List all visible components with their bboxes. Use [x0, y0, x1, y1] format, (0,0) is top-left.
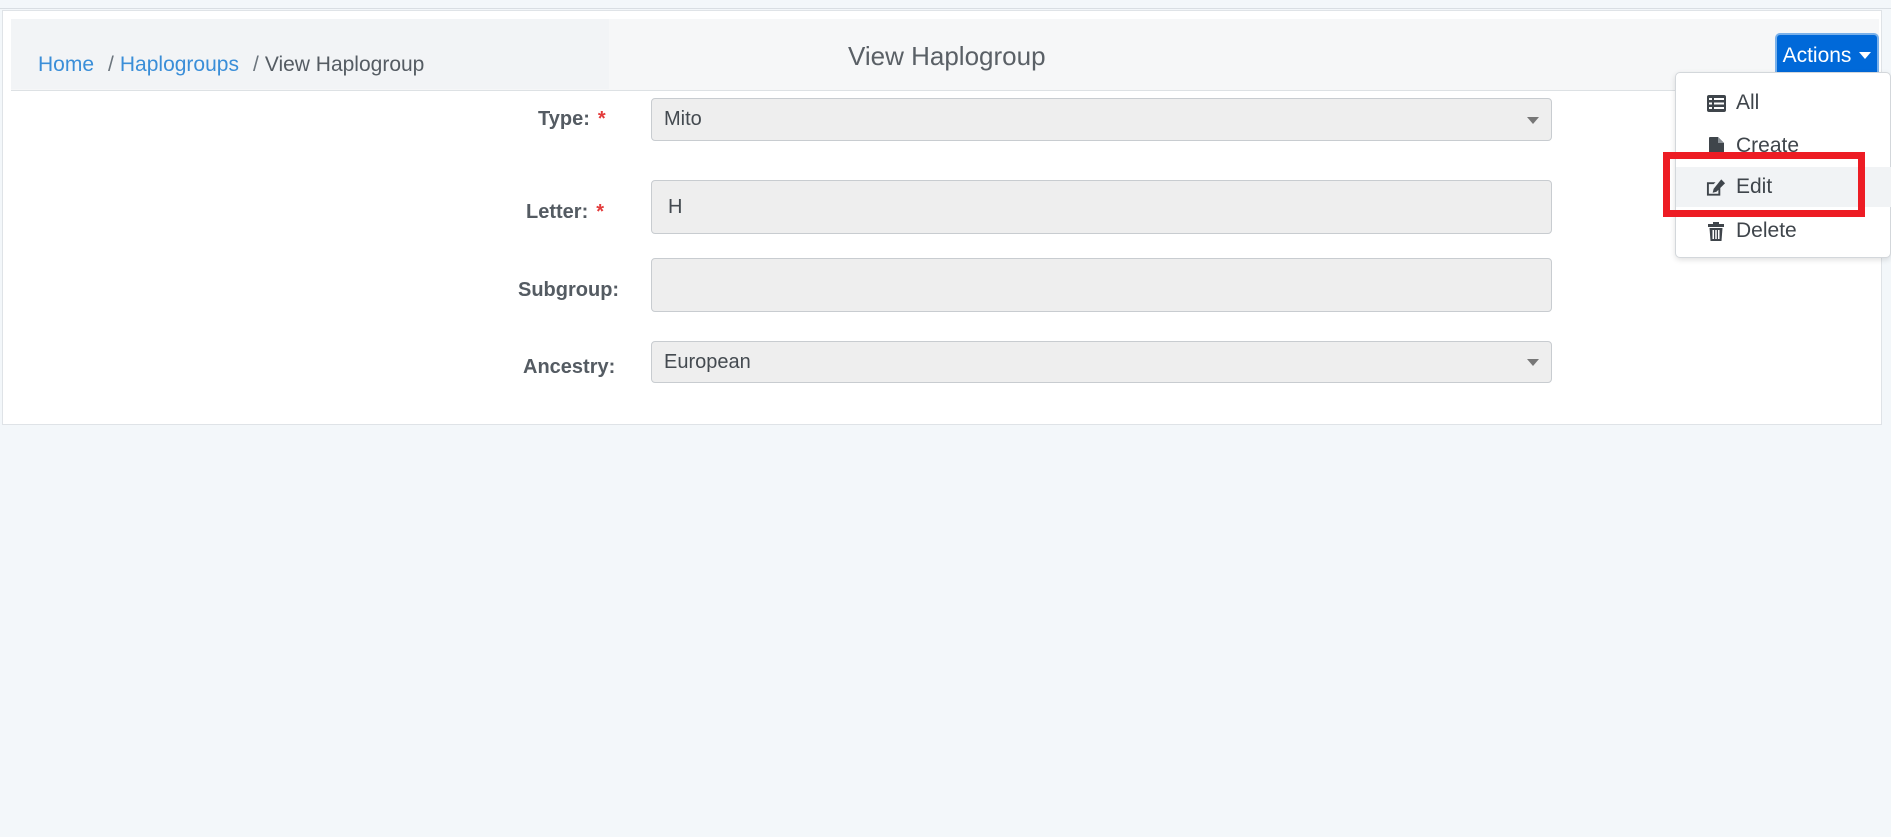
required-mark: *: [596, 201, 605, 223]
chevron-down-icon: [1527, 359, 1539, 366]
required-mark: *: [597, 108, 606, 130]
file-icon: [1706, 136, 1726, 156]
actions-dropdown-menu: All Create Edit Delete: [1675, 72, 1891, 258]
chevron-down-icon: [1527, 116, 1539, 124]
ancestry-select[interactable]: European: [651, 341, 1552, 383]
list-icon: [1706, 93, 1726, 113]
type-select-value: Mito: [664, 108, 702, 130]
actions-button-label: Actions: [1782, 43, 1852, 67]
type-label-text: Type:: [538, 108, 590, 130]
subgroup-input[interactable]: [651, 258, 1552, 312]
trash-icon: [1706, 221, 1726, 241]
breadcrumb-home-link[interactable]: Home: [38, 53, 94, 76]
menu-item-label: Create: [1736, 134, 1800, 157]
subgroup-label: Subgroup:: [518, 279, 620, 301]
menu-item-all[interactable]: All: [1676, 83, 1891, 123]
card-header: Home / Haplogroups / View Haplogroup View Ha…: [11, 19, 1879, 91]
letter-input[interactable]: H: [651, 180, 1552, 234]
haplogroup-card: Home / Haplogroups / View Haplogroup View Ha…: [2, 10, 1882, 425]
breadcrumb: Home / Haplogroups / View Haplogroup: [38, 53, 424, 77]
form-row-ancestry: Ancestry: European: [3, 341, 1883, 383]
breadcrumb-separator: /: [252, 53, 259, 76]
type-select[interactable]: Mito: [651, 98, 1552, 141]
letter-label-text: Letter:: [526, 201, 589, 223]
page-title: View Haplogroup: [848, 41, 1046, 71]
breadcrumb-haplogroups-link[interactable]: Haplogroups: [120, 53, 239, 76]
breadcrumb-current: View Haplogroup: [264, 53, 425, 76]
edit-icon: [1706, 177, 1726, 197]
menu-item-label: Edit: [1736, 175, 1773, 198]
form-row-subgroup: Subgroup:: [3, 258, 1883, 317]
top-divider: [0, 8, 1891, 9]
menu-item-delete[interactable]: Delete: [1676, 211, 1891, 251]
form-row-type: Type: * Mito: [3, 97, 1883, 141]
menu-item-label: Delete: [1736, 219, 1797, 242]
menu-item-create[interactable]: Create: [1676, 126, 1891, 166]
ancestry-label: Ancestry:: [523, 356, 616, 378]
letter-label: Letter: *: [526, 201, 604, 224]
ancestry-select-value: European: [664, 350, 751, 373]
caret-down-icon: [1859, 52, 1872, 59]
breadcrumb-separator: /: [108, 53, 114, 76]
menu-item-edit[interactable]: Edit: [1676, 167, 1891, 207]
form-row-letter: Letter: * H: [3, 180, 1883, 239]
menu-item-label: All: [1736, 91, 1760, 114]
letter-input-value: H: [668, 195, 683, 218]
type-label: Type: *: [538, 108, 606, 131]
